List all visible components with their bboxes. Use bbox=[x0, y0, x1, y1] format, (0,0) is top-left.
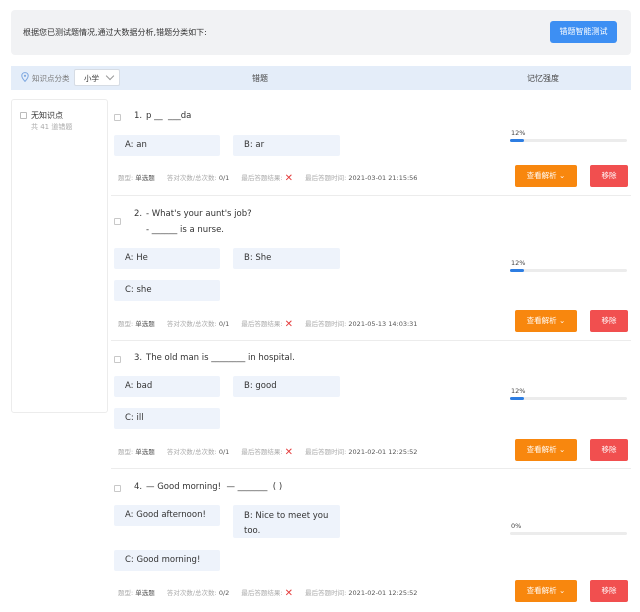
option-c: C: ill bbox=[114, 408, 220, 429]
question-text-line-2: - ______ is a nurse. bbox=[146, 225, 225, 235]
knowledge-point-title[interactable]: 无知识点 bbox=[31, 110, 63, 121]
option-a: A: bad bbox=[114, 376, 220, 397]
question-text: p __ ___da bbox=[146, 111, 192, 121]
remove-button[interactable]: 移除 bbox=[590, 165, 628, 187]
option-c: C: she bbox=[114, 280, 220, 301]
chevron-down-icon: ⌄ bbox=[559, 171, 566, 180]
remove-button[interactable]: 移除 bbox=[590, 310, 628, 332]
divider bbox=[111, 468, 631, 469]
grade-select[interactable]: 小学 bbox=[74, 69, 120, 86]
smart-test-button[interactable]: 错题智能测试 bbox=[550, 21, 617, 43]
wrong-mark-icon: ✕ bbox=[284, 588, 294, 599]
chevron-down-icon: ⌄ bbox=[559, 586, 566, 595]
view-analysis-button[interactable]: 查看解析 ⌄ bbox=[515, 165, 577, 187]
option-a: A: Good afternoon! bbox=[114, 505, 220, 526]
memory-progress-fill bbox=[510, 269, 525, 272]
wrong-question-count: 共 41 道错题 bbox=[31, 123, 73, 131]
grade-select-value: 小学 bbox=[84, 74, 99, 83]
knowledge-sidebar: 无知识点 共 41 道错题 bbox=[11, 99, 108, 413]
memory-progress-fill bbox=[510, 397, 525, 400]
view-analysis-button[interactable]: 查看解析 ⌄ bbox=[515, 439, 577, 461]
memory-strength-column-header: 记忆强度 bbox=[527, 74, 559, 83]
question-checkbox[interactable] bbox=[114, 485, 121, 492]
knowledge-category-label: 知识点分类 bbox=[32, 74, 70, 83]
question-number: 2. bbox=[134, 209, 143, 219]
info-banner: 根据您已测试题情况,通过大数据分析,错题分类如下: 错题智能测试 bbox=[11, 10, 631, 55]
wrong-mark-icon: ✕ bbox=[284, 319, 294, 330]
view-analysis-button[interactable]: 查看解析 ⌄ bbox=[515, 310, 577, 332]
option-b: B: She bbox=[233, 248, 340, 269]
chevron-down-icon: ⌄ bbox=[559, 445, 566, 454]
question-item: 2. - What's your aunt's job? - ______ is… bbox=[111, 203, 631, 338]
table-header: 知识点分类 小学 错题 记忆强度 bbox=[11, 66, 631, 90]
question-item: 4. — Good morning! — _______ ( ) A: Good… bbox=[111, 477, 631, 612]
question-checkbox[interactable] bbox=[114, 356, 121, 363]
chevron-down-icon bbox=[105, 71, 115, 81]
memory-percent: 12% bbox=[511, 259, 526, 267]
knowledge-checkbox[interactable] bbox=[20, 112, 27, 119]
option-b: B: ar bbox=[233, 135, 340, 156]
option-a: A: He bbox=[114, 248, 220, 269]
memory-percent: 12% bbox=[511, 387, 526, 395]
wrong-question-column-header: 错题 bbox=[252, 74, 268, 83]
remove-button[interactable]: 移除 bbox=[590, 439, 628, 461]
option-c: C: Good morning! bbox=[114, 550, 220, 571]
wrong-mark-icon: ✕ bbox=[284, 173, 294, 184]
chevron-down-icon: ⌄ bbox=[559, 316, 566, 325]
question-text-line-1: - What's your aunt's job? bbox=[146, 209, 252, 219]
banner-text: 根据您已测试题情况,通过大数据分析,错题分类如下: bbox=[23, 28, 207, 37]
question-number: 4. bbox=[134, 482, 143, 492]
remove-button[interactable]: 移除 bbox=[590, 580, 628, 602]
memory-progress-bar bbox=[510, 139, 627, 142]
option-a: A: an bbox=[114, 135, 220, 156]
wrong-mark-icon: ✕ bbox=[284, 447, 294, 458]
memory-percent: 0% bbox=[511, 522, 522, 530]
option-b: B: Nice to meet you too. bbox=[233, 505, 340, 538]
view-analysis-button[interactable]: 查看解析 ⌄ bbox=[515, 580, 577, 602]
memory-progress-bar bbox=[510, 397, 627, 400]
question-checkbox[interactable] bbox=[114, 114, 121, 121]
question-number: 1. bbox=[134, 111, 143, 121]
option-b: B: good bbox=[233, 376, 340, 397]
question-number: 3. bbox=[134, 353, 143, 363]
memory-percent: 12% bbox=[511, 129, 526, 137]
question-meta: 题型: 单选题 答对次数/总次数: 0/1 最后答题结果: ✕ 最后答题时间: … bbox=[118, 173, 418, 184]
question-text: — Good morning! — _______ ( ) bbox=[146, 482, 283, 492]
question-text: The old man is ________ in hospital. bbox=[146, 353, 295, 363]
divider bbox=[111, 195, 631, 196]
memory-progress-bar bbox=[510, 269, 627, 272]
question-meta: 题型: 单选题 答对次数/总次数: 0/1 最后答题结果: ✕ 最后答题时间: … bbox=[118, 447, 418, 458]
question-item: 1. p __ ___da A: an B: ar 题型: 单选题 答对次数/总… bbox=[111, 105, 631, 195]
memory-progress-bar bbox=[510, 532, 627, 535]
question-checkbox[interactable] bbox=[114, 218, 121, 225]
location-pin-icon bbox=[21, 72, 29, 82]
divider bbox=[111, 340, 631, 341]
question-item: 3. The old man is ________ in hospital. … bbox=[111, 348, 631, 466]
memory-progress-fill bbox=[510, 139, 525, 142]
question-meta: 题型: 单选题 答对次数/总次数: 0/1 最后答题结果: ✕ 最后答题时间: … bbox=[118, 319, 418, 330]
question-meta: 题型: 单选题 答对次数/总次数: 0/2 最后答题结果: ✕ 最后答题时间: … bbox=[118, 588, 418, 599]
